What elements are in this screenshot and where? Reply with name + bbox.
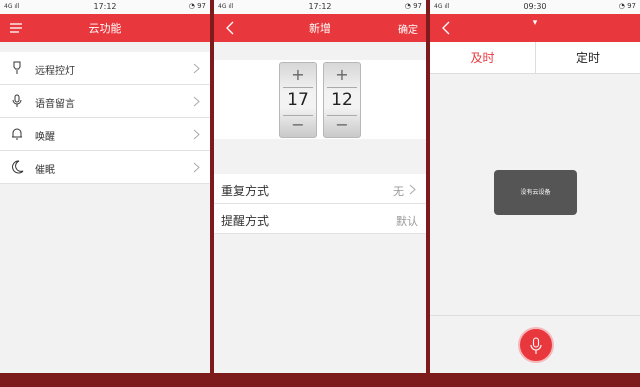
divider — [327, 87, 357, 88]
battery-indicator: ◔ 97 — [618, 2, 636, 10]
menu-item-voice-message[interactable]: 语音留言 — [0, 85, 210, 118]
chevron-right-icon — [193, 96, 200, 107]
status-bar: 4G ıll 17:12 ◔ 97 — [0, 0, 210, 14]
time-picker: + 17 − + 12 − — [214, 60, 426, 139]
menu-item-sleep[interactable]: 催眠 — [0, 151, 210, 184]
clock: 17:12 — [308, 2, 332, 11]
menu-item-wake-up[interactable]: 唤醒 — [0, 118, 210, 151]
hour-decrement-button[interactable]: − — [280, 115, 316, 135]
menu-item-label: 唤醒 — [35, 132, 55, 143]
divider — [283, 87, 313, 88]
chevron-right-icon — [193, 129, 200, 140]
setting-label: 提醒方式 — [221, 214, 270, 228]
chevron-right-icon — [409, 184, 416, 195]
battery-indicator: ◔ 97 — [188, 2, 206, 10]
chevron-right-icon — [193, 63, 200, 74]
microphone-icon — [12, 94, 22, 107]
hour-wheel[interactable]: + 17 − — [279, 62, 317, 138]
screen-voice: 4G ıll 09:30 ◔ 97 ▾ 及时 定时 没有云设备 — [430, 0, 640, 373]
nav-bar: 云功能 — [0, 14, 210, 42]
bell-icon — [12, 128, 22, 140]
no-device-toast: 没有云设备 — [494, 170, 577, 215]
repeat-mode-row[interactable]: 重复方式 无 — [214, 174, 426, 204]
alarm-settings: 重复方式 无 提醒方式 默认 — [214, 174, 426, 234]
nav-bar: 新增 确定 — [214, 14, 426, 42]
page-title: 新增 — [309, 22, 331, 35]
setting-value: 默认 — [396, 215, 418, 228]
setting-label: 重复方式 — [221, 184, 270, 198]
device-dropdown[interactable]: ▾ — [430, 18, 640, 28]
hour-value: 17 — [287, 90, 309, 110]
setting-value: 无 — [393, 185, 404, 198]
screen-cloud-functions: 4G ıll 17:12 ◔ 97 云功能 远程控灯 语音留言 唤醒 催眠 — [0, 0, 210, 373]
confirm-button[interactable]: 确定 — [398, 21, 418, 36]
tab-scheduled[interactable]: 定时 — [535, 42, 640, 74]
minute-value: 12 — [331, 90, 353, 110]
minute-increment-button[interactable]: + — [324, 65, 360, 85]
moon-icon — [12, 160, 24, 174]
microphone-icon — [530, 337, 542, 354]
screen-add-alarm: 4G ıll 17:12 ◔ 97 新增 确定 + 17 − + 12 − 重复… — [214, 0, 426, 373]
mode-tabs: 及时 定时 — [430, 42, 640, 74]
minute-decrement-button[interactable]: − — [324, 115, 360, 135]
record-button[interactable] — [518, 327, 554, 363]
record-bar — [430, 315, 640, 373]
menu-item-label: 语音留言 — [35, 99, 75, 110]
status-bar: 4G ıll 17:12 ◔ 97 — [214, 0, 426, 14]
menu-item-label: 远程控灯 — [35, 66, 75, 77]
reminder-mode-row[interactable]: 提醒方式 默认 — [214, 204, 426, 234]
clock: 17:12 — [93, 2, 117, 11]
function-list: 远程控灯 语音留言 唤醒 催眠 — [0, 52, 210, 184]
page-title: 云功能 — [88, 22, 122, 35]
hour-increment-button[interactable]: + — [280, 65, 316, 85]
menu-item-remote-light[interactable]: 远程控灯 — [0, 52, 210, 85]
nav-bar: ▾ — [430, 14, 640, 42]
clock: 09:30 — [523, 2, 547, 11]
lamp-icon — [13, 61, 21, 74]
status-bar: 4G ıll 09:30 ◔ 97 — [430, 0, 640, 14]
minute-wheel[interactable]: + 12 − — [323, 62, 361, 138]
battery-indicator: ◔ 97 — [404, 2, 422, 10]
menu-item-label: 催眠 — [35, 165, 55, 176]
chevron-right-icon — [193, 162, 200, 173]
tab-instant[interactable]: 及时 — [430, 42, 535, 74]
